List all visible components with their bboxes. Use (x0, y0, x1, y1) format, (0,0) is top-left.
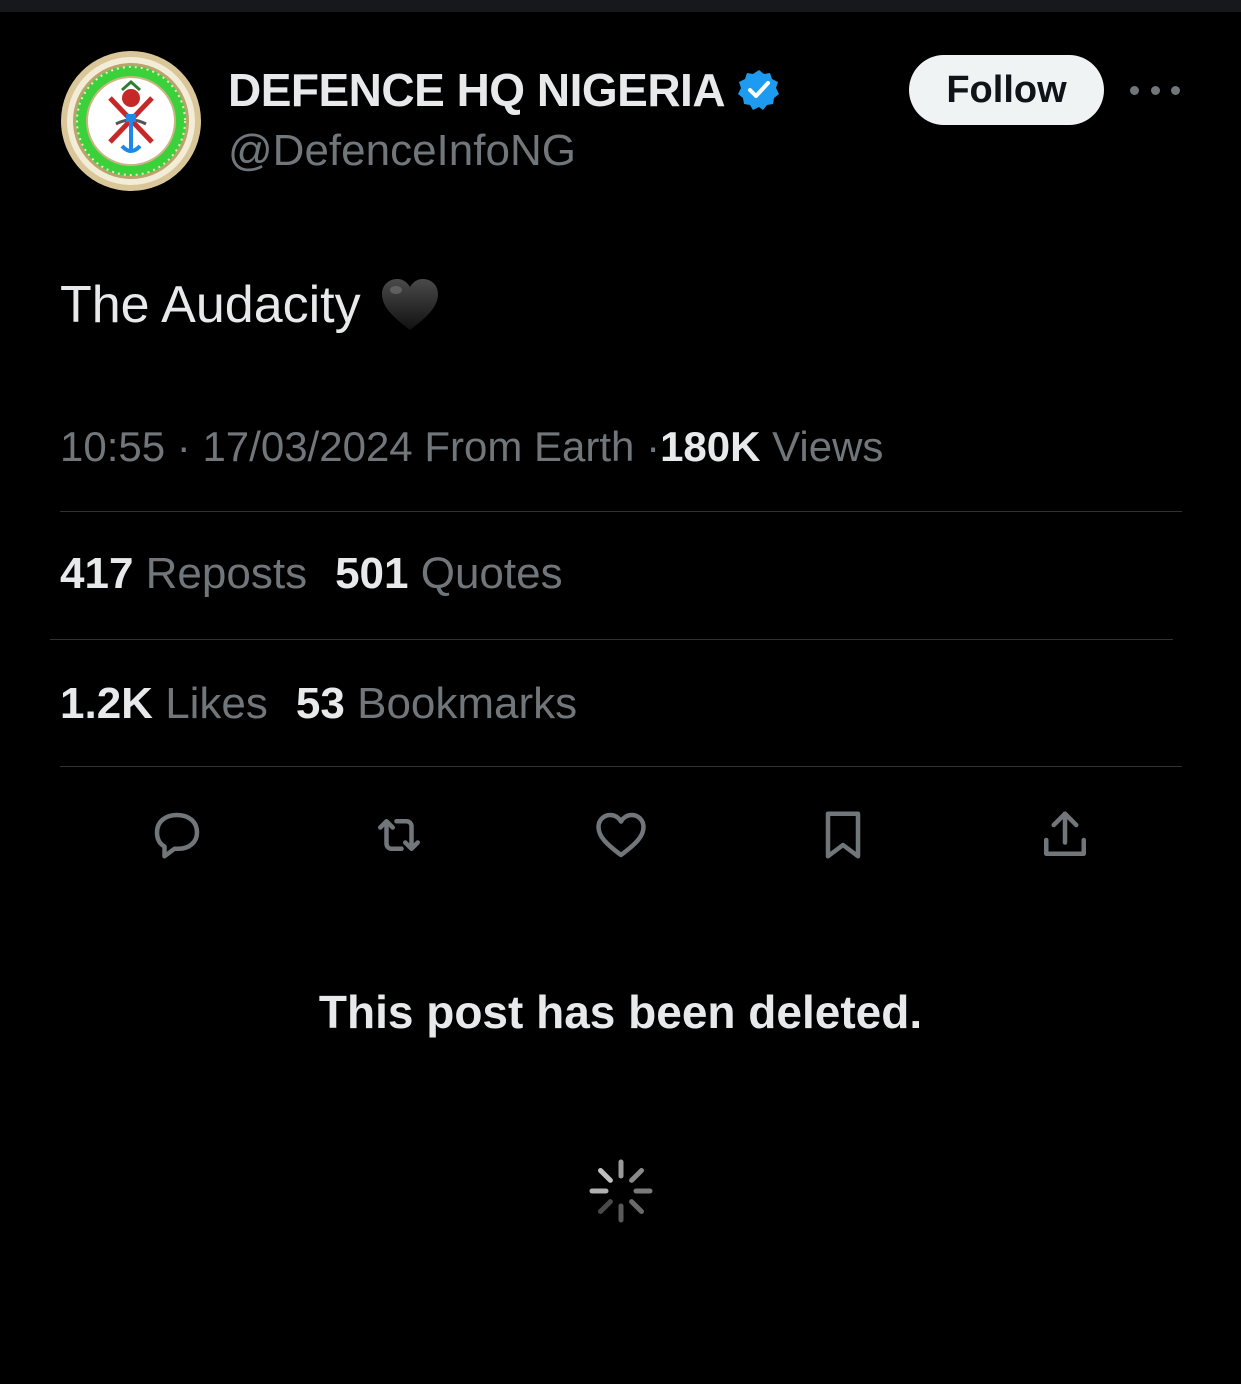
post-body: The Audacity (60, 276, 361, 334)
reposts-quotes-row: 417 Reposts 501 Quotes (60, 546, 563, 602)
separator: · (646, 423, 661, 470)
reposts-stat[interactable]: 417 Reposts (60, 549, 307, 598)
divider (50, 639, 1173, 640)
views-count: 180K (660, 423, 761, 470)
loading-spinner-icon (588, 1158, 654, 1224)
dot (1130, 85, 1139, 95)
reposts-label: Reposts (145, 549, 308, 598)
defence-hq-seal-logo (61, 51, 201, 191)
deleted-notice: This post has been deleted. (318, 986, 923, 1038)
like-icon[interactable] (586, 800, 656, 870)
post-source: From Earth (424, 423, 635, 470)
bookmarks-label: Bookmarks (357, 679, 578, 728)
black-heart-emoji-icon (381, 279, 438, 330)
repost-icon[interactable] (364, 800, 434, 870)
separator: · (176, 423, 191, 470)
likes-bookmarks-row: 1.2K Likes 53 Bookmarks (60, 676, 577, 732)
bookmark-icon[interactable] (808, 800, 878, 870)
top-bar (0, 0, 1241, 12)
action-bar (0, 800, 1241, 870)
post-detail-page: DEFENCE HQ NIGERIA @DefenceInfoNG Follow… (0, 0, 1241, 1384)
post-time[interactable]: 10:55 (60, 423, 165, 470)
follow-button[interactable]: Follow (909, 55, 1104, 125)
quotes-stat[interactable]: 501 Quotes (335, 549, 563, 598)
more-options-icon[interactable] (1130, 70, 1180, 110)
reply-icon[interactable] (142, 800, 212, 870)
post-text: The Audacity (60, 272, 441, 338)
profile-avatar[interactable] (60, 50, 202, 192)
bookmarks-stat[interactable]: 53 Bookmarks (296, 679, 577, 728)
likes-count: 1.2K (60, 679, 153, 728)
post-meta: 10:55 · 17/03/2024 From Earth ·180K View… (60, 420, 883, 474)
divider (60, 766, 1182, 767)
post-date[interactable]: 17/03/2024 (202, 423, 412, 470)
display-name[interactable]: DEFENCE HQ NIGERIA (228, 62, 726, 118)
verified-badge-icon[interactable] (737, 68, 781, 112)
likes-stat[interactable]: 1.2K Likes (60, 679, 268, 728)
quotes-count: 501 (335, 549, 409, 598)
quotes-label: Quotes (420, 549, 563, 598)
share-icon[interactable] (1030, 800, 1100, 870)
user-handle[interactable]: @DefenceInfoNG (228, 124, 576, 178)
likes-label: Likes (165, 679, 268, 728)
reposts-count: 417 (60, 549, 134, 598)
bookmarks-count: 53 (295, 679, 345, 728)
divider (60, 511, 1182, 512)
views-label: Views (772, 423, 884, 470)
dot (1150, 85, 1160, 95)
name-row: DEFENCE HQ NIGERIA (228, 62, 781, 118)
dot (1171, 85, 1180, 95)
